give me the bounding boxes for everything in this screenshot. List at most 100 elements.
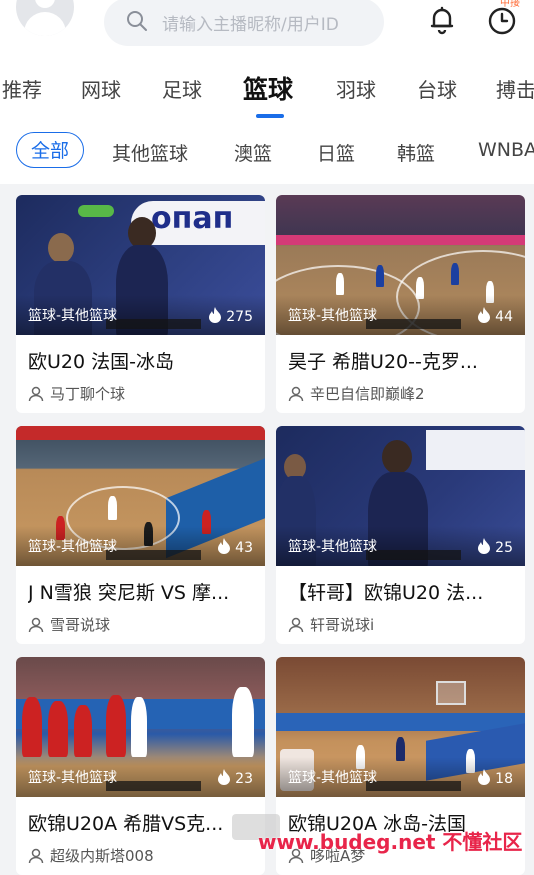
fire-icon: [478, 769, 491, 785]
filter-australia[interactable]: 澳篮: [234, 139, 272, 166]
views-number: 23: [235, 771, 253, 787]
streamer-name: 马丁聊个球: [28, 383, 125, 404]
views-number: 18: [495, 771, 513, 787]
stream-card[interactable]: 篮球-其他篮球 43 J N雪狼 突尼斯 VS 摩... 雪哥说球: [16, 426, 265, 644]
views-count: 43: [217, 538, 253, 556]
stream-thumbnail: 篮球-其他篮球 43: [16, 426, 265, 566]
fire-icon: [218, 769, 231, 785]
views-number: 25: [495, 540, 513, 556]
search-placeholder: 请输入主播昵称/用户ID: [162, 15, 339, 35]
avatar-body-shape: [24, 12, 66, 36]
views-count: 275: [208, 307, 253, 325]
streamer-name-text: 雪哥说球: [50, 616, 111, 634]
tab-billiards[interactable]: 台球: [417, 74, 457, 103]
tab-combat[interactable]: 搏击: [496, 74, 534, 103]
fire-icon: [478, 538, 491, 554]
score-strip: [106, 550, 201, 560]
score-strip: [106, 319, 201, 329]
bell-icon[interactable]: [426, 4, 458, 36]
arena-banner: [16, 426, 265, 440]
stream-card[interactable]: опап 篮球-其他篮球 275 欧U20 法国-冰岛 马丁聊个球: [16, 195, 265, 413]
player-figure: [106, 695, 126, 757]
stream-title: J N雪狼 突尼斯 VS 摩...: [28, 582, 230, 604]
stream-thumbnail: 篮球-其他篮球 44: [276, 195, 525, 335]
stream-thumbnail: 篮球-其他篮球 18: [276, 657, 525, 797]
sponsor-logo-text: опап: [151, 201, 234, 236]
player-figure: [48, 701, 68, 757]
stream-thumbnail: 篮球-其他篮球 25: [276, 426, 525, 566]
fire-icon: [218, 538, 231, 554]
category-tag: 篮球-其他篮球: [28, 770, 118, 786]
category-tabs: 推荐 网球 足球 篮球 羽球 台球 搏击: [0, 64, 534, 118]
active-tab-indicator: [256, 114, 284, 118]
filter-other-basketball[interactable]: 其他篮球: [112, 139, 188, 166]
views-number: 43: [235, 540, 253, 556]
stream-title: 欧U20 法国-冰岛: [28, 351, 174, 373]
category-tag: 篮球-其他篮球: [288, 539, 378, 555]
stream-thumbnail: опап 篮球-其他篮球 275: [16, 195, 265, 335]
stream-title: 昊子 希腊U20--克罗...: [288, 351, 478, 373]
player-head: [48, 233, 74, 263]
category-tag: 篮球-其他篮球: [288, 308, 378, 324]
streamer-name: 超级内斯塔008: [28, 845, 154, 866]
user-icon: [28, 386, 44, 402]
search-icon: [127, 11, 147, 31]
tab-basketball[interactable]: 篮球: [243, 70, 293, 106]
tab-badminton[interactable]: 羽球: [336, 74, 376, 103]
ad-board: [276, 713, 525, 731]
fire-icon: [209, 307, 222, 323]
user-icon: [288, 617, 304, 633]
user-avatar[interactable]: [16, 0, 74, 36]
tab-football[interactable]: 足球: [162, 74, 202, 103]
views-count: 23: [217, 769, 253, 787]
views-number: 44: [495, 309, 513, 325]
backboard: [436, 681, 466, 705]
search-bar[interactable]: 请输入主播昵称/用户ID: [104, 0, 384, 46]
stream-card[interactable]: 篮球-其他篮球 25 【轩哥】欧锦U20 法... 轩哥说球i: [276, 426, 525, 644]
sponsor-banner: [426, 430, 525, 470]
views-number: 275: [226, 309, 253, 325]
avatar-head-shape: [35, 0, 55, 8]
filter-korea[interactable]: 韩篮: [397, 139, 435, 166]
site-watermark: www.budeg.net 不懂社区: [258, 830, 523, 854]
player-figure: [108, 496, 117, 520]
score-strip: [366, 550, 461, 560]
user-icon: [28, 848, 44, 864]
stream-card[interactable]: 篮球-其他篮球 23 欧锦U20A 希腊VS克... 超级内斯塔008: [16, 657, 265, 875]
tab-recommend[interactable]: 推荐: [2, 74, 42, 103]
top-header: 请输入主播昵称/用户ID 中接 推荐 网球 足球 篮球 羽球 台球 搏击 全部 …: [0, 0, 534, 184]
streamer-name-text: 超级内斯塔008: [50, 847, 154, 865]
ad-board: [276, 235, 525, 245]
player-figure: [232, 687, 254, 757]
stream-card[interactable]: 篮球-其他篮球 44 昊子 希腊U20--克罗... 辛巴自信即巅峰2: [276, 195, 525, 413]
filter-japan[interactable]: 日篮: [317, 139, 355, 166]
score-strip: [106, 781, 201, 791]
stream-title: 【轩哥】欧锦U20 法...: [288, 582, 484, 604]
filter-wnba[interactable]: WNBA: [478, 139, 534, 161]
player-figure: [131, 697, 147, 757]
player-figure: [336, 273, 344, 295]
filter-all[interactable]: 全部: [16, 132, 84, 168]
category-tag: 篮球-其他篮球: [28, 308, 118, 324]
streamer-name-text: 辛巴自信即巅峰2: [310, 385, 425, 403]
player-head: [382, 440, 412, 474]
streamer-name: 雪哥说球: [28, 614, 110, 635]
views-count: 25: [477, 538, 513, 556]
score-strip: [366, 319, 461, 329]
stream-thumbnail: 篮球-其他篮球 23: [16, 657, 265, 797]
tab-tennis[interactable]: 网球: [81, 74, 121, 103]
player-figure: [376, 265, 384, 287]
logo-dot: [78, 205, 114, 217]
category-tag: 篮球-其他篮球: [28, 539, 118, 555]
header-badge-text: 中接: [500, 0, 520, 9]
player-figure: [22, 697, 42, 757]
user-icon: [28, 617, 44, 633]
subcategory-filters: 全部 其他篮球 澳篮 日篮 韩篮 WNBA: [0, 130, 534, 174]
score-strip: [366, 781, 461, 791]
user-icon: [288, 386, 304, 402]
streamer-name: 轩哥说球i: [288, 614, 374, 635]
fire-icon: [478, 307, 491, 323]
views-count: 44: [477, 307, 513, 325]
streamer-name-text: 轩哥说球i: [310, 616, 375, 634]
category-tag: 篮球-其他篮球: [288, 770, 378, 786]
